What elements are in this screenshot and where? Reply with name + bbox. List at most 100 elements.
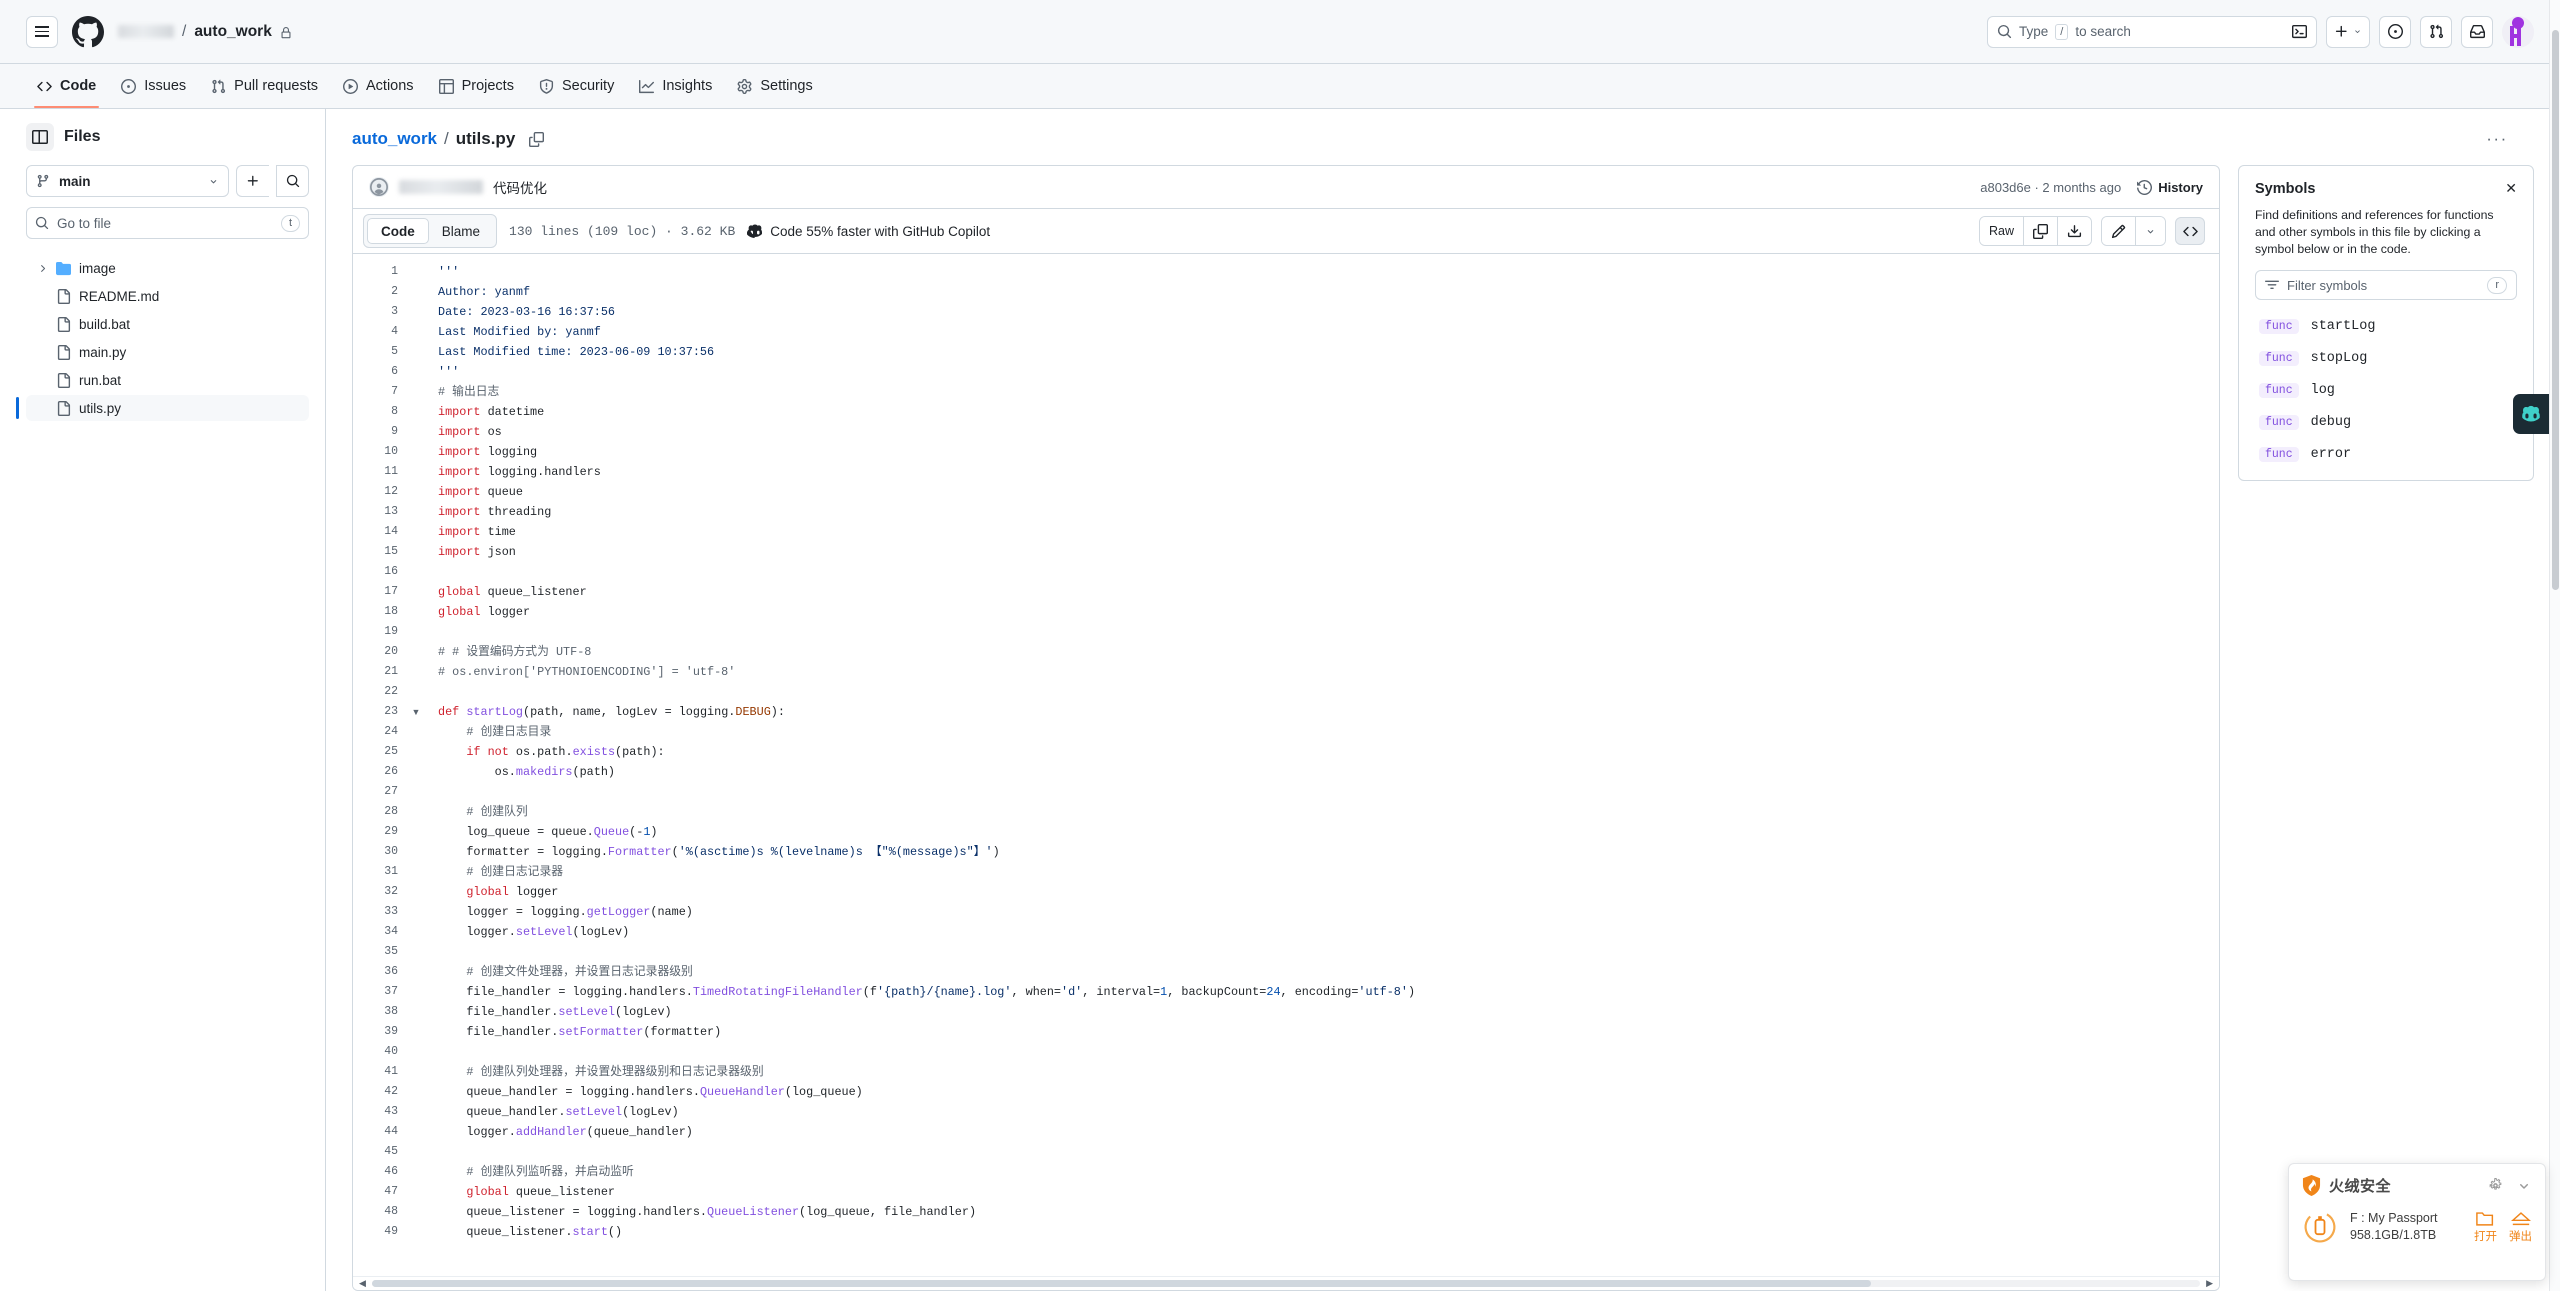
tab-blame-view[interactable]: Blame (429, 218, 493, 244)
line-number[interactable]: 29 (353, 822, 407, 842)
code-line-content[interactable]: queue_handler = logging.handlers.QueueHa… (425, 1082, 2219, 1102)
scroll-right-arrow[interactable]: ▶ (2206, 1278, 2213, 1289)
line-number[interactable]: 18 (353, 602, 407, 622)
copilot-chat-button[interactable] (2513, 394, 2549, 434)
horizontal-scrollbar[interactable]: ◀ ▶ (353, 1276, 2219, 1290)
symbol-row[interactable]: func error (2255, 438, 2517, 470)
line-number[interactable]: 14 (353, 522, 407, 542)
download-button[interactable] (2058, 217, 2091, 245)
line-number[interactable]: 20 (353, 642, 407, 662)
add-file-button[interactable] (236, 165, 269, 197)
code-line-content[interactable]: queue_handler.setLevel(logLev) (425, 1102, 2219, 1122)
owner-name-blurred[interactable] (118, 25, 174, 38)
edit-file-button[interactable] (2102, 217, 2136, 245)
copy-raw-button[interactable] (2024, 217, 2058, 245)
line-number[interactable]: 17 (353, 582, 407, 602)
line-number[interactable]: 4 (353, 322, 407, 342)
chevron-right-icon[interactable] (36, 263, 48, 274)
line-number[interactable]: 45 (353, 1142, 407, 1162)
copy-path-icon[interactable] (529, 131, 545, 147)
code-line-content[interactable]: queue_listener.start() (425, 1222, 2219, 1242)
code-line-content[interactable]: def startLog(path, name, logLev = loggin… (425, 702, 2219, 722)
notifications-button[interactable] (2461, 15, 2493, 48)
line-number[interactable]: 15 (353, 542, 407, 562)
line-number[interactable]: 9 (353, 422, 407, 442)
tab-issues[interactable]: Issues (110, 64, 197, 108)
code-line-content[interactable]: logger.addHandler(queue_handler) (425, 1122, 2219, 1142)
code-line-content[interactable]: # 创建日志目录 (425, 722, 2219, 742)
filter-symbols-input[interactable]: Filter symbols r (2255, 270, 2517, 300)
line-number[interactable]: 32 (353, 882, 407, 902)
raw-button[interactable]: Raw (1979, 217, 2024, 245)
fold-chevron-icon[interactable]: ▼ (407, 702, 425, 722)
code-line-content[interactable]: Last Modified time: 2023-06-09 10:37:56 (425, 342, 2219, 362)
code-line-content[interactable]: import logging (425, 442, 2219, 462)
code-line-content[interactable]: import os (425, 422, 2219, 442)
line-number[interactable]: 48 (353, 1202, 407, 1222)
tab-security[interactable]: Security (528, 64, 625, 108)
code-line-content[interactable]: file_handler.setFormatter(formatter) (425, 1022, 2219, 1042)
line-number[interactable]: 28 (353, 802, 407, 822)
line-number[interactable]: 40 (353, 1042, 407, 1062)
line-number[interactable]: 24 (353, 722, 407, 742)
huorong-open-button[interactable]: 打开 (2474, 1210, 2497, 1244)
line-number[interactable]: 47 (353, 1182, 407, 1202)
branch-selector[interactable]: main (26, 165, 229, 197)
line-number[interactable]: 41 (353, 1062, 407, 1082)
code-line-content[interactable]: import time (425, 522, 2219, 542)
code-line-content[interactable]: global logger (425, 602, 2219, 622)
sidebar-toggle-icon[interactable] (26, 123, 54, 151)
symbol-row[interactable]: func log (2255, 374, 2517, 406)
line-number[interactable]: 26 (353, 762, 407, 782)
line-number[interactable]: 49 (353, 1222, 407, 1242)
line-number[interactable]: 25 (353, 742, 407, 762)
code-line-content[interactable]: logger = logging.getLogger(name) (425, 902, 2219, 922)
symbol-row[interactable]: func startLog (2255, 310, 2517, 342)
hamburger-icon[interactable] (26, 15, 58, 48)
huorong-eject-button[interactable]: 弹出 (2509, 1210, 2532, 1244)
copilot-promo[interactable]: Code 55% faster with GitHub Copilot (747, 223, 990, 239)
close-icon[interactable]: ✕ (2505, 180, 2517, 197)
go-to-file-input[interactable]: Go to file t (26, 207, 309, 239)
code-line-content[interactable]: import queue (425, 482, 2219, 502)
scroll-left-arrow[interactable]: ◀ (359, 1278, 366, 1289)
tab-code[interactable]: Code (26, 64, 107, 108)
code-line-content[interactable]: Date: 2023-03-16 16:37:56 (425, 302, 2219, 322)
tab-projects[interactable]: Projects (428, 64, 525, 108)
chevron-down-icon[interactable] (2516, 1178, 2532, 1194)
repo-name-link[interactable]: auto_work (194, 23, 272, 41)
code-line-content[interactable]: import logging.handlers (425, 462, 2219, 482)
code-line-content[interactable]: import datetime (425, 402, 2219, 422)
line-number[interactable]: 3 (353, 302, 407, 322)
code-line-content[interactable]: file_handler = logging.handlers.TimedRot… (425, 982, 2219, 1002)
line-number[interactable]: 6 (353, 362, 407, 382)
scroll-track[interactable] (371, 1280, 2201, 1287)
line-number[interactable]: 16 (353, 562, 407, 582)
pull-requests-button[interactable] (2420, 15, 2452, 48)
line-number[interactable]: 19 (353, 622, 407, 642)
code-line-content[interactable]: Last Modified by: yanmf (425, 322, 2219, 342)
code-line-content[interactable] (425, 682, 2219, 702)
commit-author-name-blurred[interactable] (399, 180, 483, 194)
breadcrumb-repo-link[interactable]: auto_work (352, 129, 437, 149)
line-number[interactable]: 10 (353, 442, 407, 462)
line-number[interactable]: 30 (353, 842, 407, 862)
tab-code-view[interactable]: Code (367, 218, 429, 244)
line-number[interactable]: 37 (353, 982, 407, 1002)
search-files-button[interactable] (276, 165, 309, 197)
code-line-content[interactable]: logger.setLevel(logLev) (425, 922, 2219, 942)
line-number[interactable]: 8 (353, 402, 407, 422)
line-number[interactable]: 35 (353, 942, 407, 962)
code-line-content[interactable]: os.makedirs(path) (425, 762, 2219, 782)
code-line-content[interactable]: import json (425, 542, 2219, 562)
code-line-content[interactable]: import threading (425, 502, 2219, 522)
line-number[interactable]: 43 (353, 1102, 407, 1122)
symbol-row[interactable]: func debug (2255, 406, 2517, 438)
symbol-row[interactable]: func stopLog (2255, 342, 2517, 374)
create-new-button[interactable] (2326, 15, 2370, 48)
code-line-content[interactable]: global logger (425, 882, 2219, 902)
code-line-content[interactable]: ''' (425, 262, 2219, 282)
line-number[interactable]: 33 (353, 902, 407, 922)
line-number[interactable]: 38 (353, 1002, 407, 1022)
code-line-content[interactable]: if not os.path.exists(path): (425, 742, 2219, 762)
